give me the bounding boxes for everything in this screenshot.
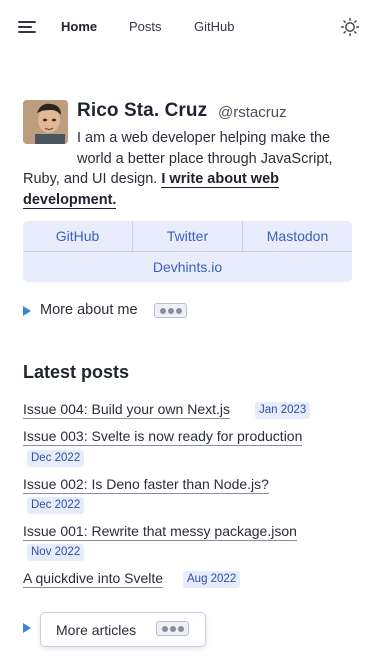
- divider: [242, 221, 243, 251]
- nav-posts[interactable]: Posts: [129, 19, 162, 34]
- post-date: Nov 2022: [27, 544, 85, 561]
- divider: [132, 221, 133, 251]
- post-link[interactable]: Issue 003: Svelte is now ready for produ…: [23, 428, 303, 446]
- link-mastodon[interactable]: Mastodon: [243, 221, 352, 251]
- dots-icon[interactable]: [156, 621, 189, 636]
- social-links: GitHub Twitter Mastodon Devhints.io: [23, 221, 352, 282]
- post-date: Dec 2022: [27, 450, 85, 467]
- more-articles-label: More articles: [56, 622, 137, 638]
- post-link[interactable]: Issue 001: Rewrite that messy package.js…: [23, 523, 297, 541]
- post-link[interactable]: A quickdive into Svelte: [23, 570, 164, 588]
- bio-line-3: Ruby, and UI design.: [23, 171, 158, 187]
- top-nav: Home Posts GitHub: [0, 0, 375, 54]
- post-link[interactable]: Issue 002: Is Deno faster than Node.js?: [23, 476, 269, 494]
- menu-icon[interactable]: [18, 21, 36, 33]
- post-link[interactable]: Issue 004: Build your own Next.js: [23, 401, 230, 419]
- profile-name: Rico Sta. Cruz: [77, 100, 208, 121]
- bio-line-2: world a better place through JavaScript,: [77, 150, 333, 167]
- post-date: Aug 2022: [183, 571, 241, 588]
- triangle-icon[interactable]: [23, 306, 31, 316]
- profile-handle: @rstacruz: [218, 104, 287, 121]
- profile-bio: I am a web developer helping make the wo…: [23, 128, 355, 210]
- nav-home[interactable]: Home: [61, 19, 97, 34]
- bio-line-1: I am a web developer helping make the: [77, 130, 331, 146]
- dots-icon[interactable]: [154, 303, 187, 318]
- link-github[interactable]: GitHub: [23, 221, 132, 251]
- divider: [23, 251, 352, 252]
- more-about-me[interactable]: More about me: [40, 302, 138, 318]
- sun-icon[interactable]: [340, 17, 360, 37]
- more-articles-button[interactable]: More articles: [40, 612, 206, 647]
- nav-github[interactable]: GitHub: [194, 19, 234, 34]
- triangle-icon[interactable]: [23, 623, 31, 633]
- latest-posts-title: Latest posts: [23, 362, 130, 382]
- link-twitter[interactable]: Twitter: [133, 221, 242, 251]
- link-devhints[interactable]: Devhints.io: [23, 252, 352, 282]
- post-date: Dec 2022: [27, 497, 85, 514]
- post-date: Jan 2023: [255, 402, 311, 419]
